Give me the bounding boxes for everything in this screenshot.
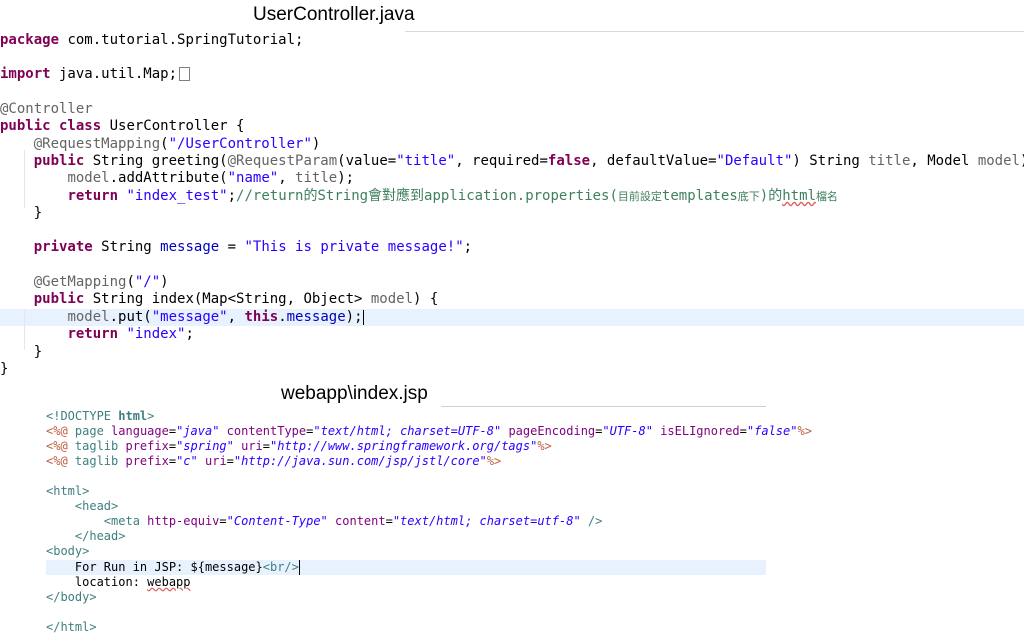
code-line: @RequestMapping("/UserController"): [33, 136, 321, 152]
jsp-editor-border: [441, 406, 766, 407]
code-line: package com.tutorial.SpringTutorial;: [0, 32, 304, 48]
code-line: }: [0, 361, 9, 377]
jsp-file-title: webapp\index.jsp: [281, 383, 428, 404]
code-line: public class UserController {: [0, 118, 245, 134]
java-editor-border: [405, 31, 1024, 32]
code-line: import java.util.Map;: [0, 66, 191, 83]
code-line: }: [33, 344, 43, 360]
code-line: public String greeting(@RequestParam(val…: [33, 153, 1024, 169]
code-line: </html>: [46, 620, 97, 634]
code-line: </body>: [46, 590, 97, 604]
code-line: }: [33, 205, 43, 221]
code-line: model.addAttribute("name", title);: [67, 170, 355, 186]
code-line: @Controller: [0, 101, 93, 117]
code-line: model.put("message", this.message);: [67, 309, 364, 325]
folded-imports-icon[interactable]: [179, 67, 191, 81]
java-file-title: UserController.java: [253, 4, 415, 25]
code-line: @GetMapping("/"): [33, 274, 169, 290]
code-line: return "index";: [67, 326, 194, 342]
text-cursor: [362, 309, 364, 325]
code-line: <body>: [46, 544, 90, 558]
code-line: <meta http-equiv="Content-Type" content=…: [103, 514, 603, 528]
text-cursor: [298, 560, 300, 575]
code-line: <%@ taglib prefix="c" uri="http://java.s…: [46, 454, 502, 468]
code-line: public String index(Map<String, Object> …: [33, 291, 439, 307]
code-line: return "index_test";//return的String會對應到a…: [67, 188, 838, 204]
code-line: private String message = "This is privat…: [33, 239, 473, 255]
